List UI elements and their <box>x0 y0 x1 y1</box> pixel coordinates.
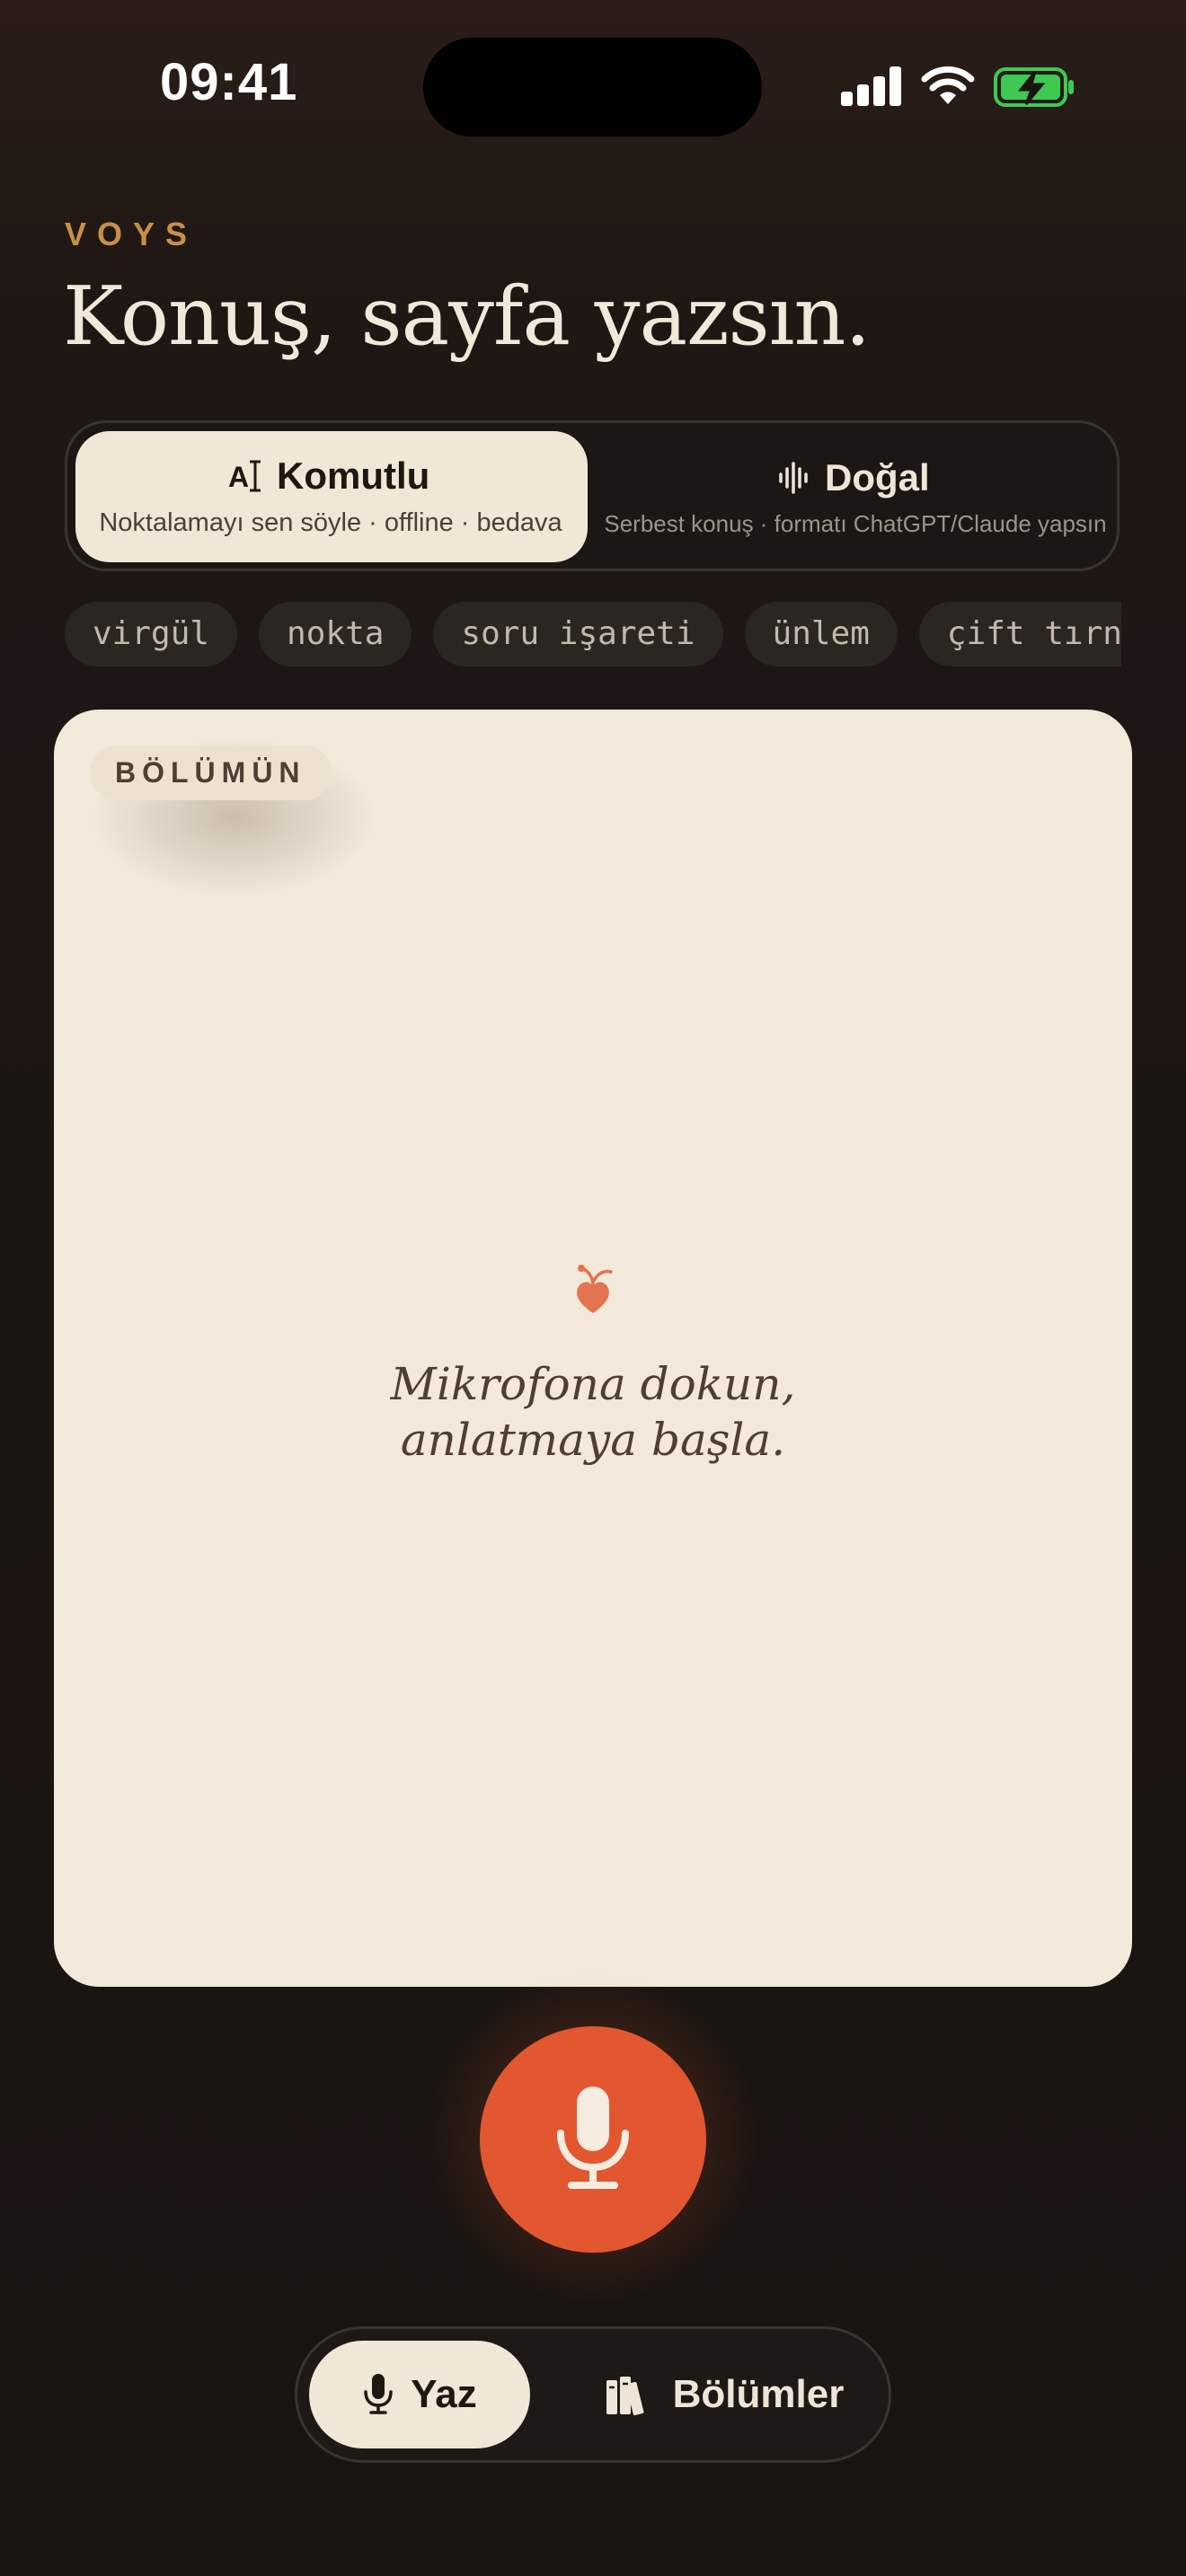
mode-dogal-subtitle: Serbest konuş · formatı ChatGPT/Claude y… <box>604 510 1107 537</box>
chapter-tag: BÖLÜMÜN <box>90 745 332 800</box>
page-title: Konuş, sayfa yazsın. <box>63 269 871 364</box>
tab-yaz[interactable]: Yaz <box>309 2341 530 2448</box>
battery-charging-icon <box>994 67 1074 107</box>
tab-yaz-label: Yaz <box>411 2372 477 2416</box>
text-cursor-icon: A <box>228 460 261 493</box>
wifi-icon <box>921 66 975 104</box>
sprout-heart-icon <box>577 1265 613 1313</box>
microphone-icon <box>557 2086 629 2189</box>
empty-state-text: Mikrofona dokun, anlatmaya başla. <box>323 1356 863 1468</box>
chip-nokta[interactable]: nokta <box>259 602 412 666</box>
mode-komutlu-subtitle: Noktalamayı sen söyle · offline · bedava <box>99 508 562 537</box>
mode-komutlu-label: Komutlu <box>277 454 430 497</box>
chip-unlem[interactable]: ünlem <box>744 602 898 666</box>
command-chips: virgül nokta soru işareti ünlem çift tır… <box>65 602 1121 668</box>
status-time: 09:41 <box>160 53 298 111</box>
svg-text:A: A <box>228 461 249 493</box>
empty-state-line-1: Mikrofona dokun, <box>390 1358 796 1410</box>
chip-soru-isareti[interactable]: soru işareti <box>433 602 723 666</box>
microphone-icon <box>364 2374 394 2414</box>
mode-dogal-title: Doğal <box>776 456 930 499</box>
chip-virgul[interactable]: virgül <box>65 602 238 666</box>
mode-komutlu-title: A Komutlu <box>228 454 429 498</box>
books-icon <box>606 2377 644 2416</box>
record-button[interactable] <box>480 2026 706 2253</box>
mode-dogal-label: Doğal <box>825 456 930 498</box>
dynamic-island <box>423 38 762 137</box>
app-brand: VOYS <box>65 216 199 252</box>
page-card <box>54 710 1132 1987</box>
chip-cift-tirnak[interactable]: çift tırnak <box>918 602 1121 666</box>
waveform-icon <box>779 462 808 494</box>
cellular-signal-icon <box>841 66 902 106</box>
tab-bolumler-label: Bölümler <box>672 2372 845 2416</box>
empty-state-line-2: anlatmaya başla. <box>400 1414 786 1466</box>
tab-bolumler[interactable]: Bölümler <box>589 2341 859 2448</box>
